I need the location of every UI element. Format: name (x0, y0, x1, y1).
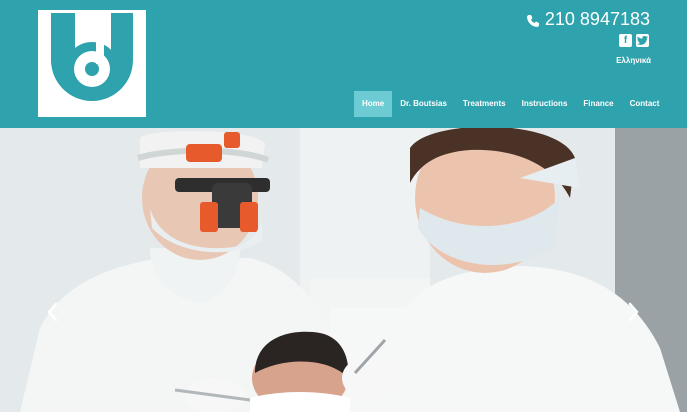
social-links: f (619, 34, 649, 47)
chevron-left-icon (47, 302, 58, 322)
facebook-icon[interactable]: f (619, 34, 632, 47)
carousel-prev-button[interactable] (46, 302, 60, 326)
phone-text: 210 8947183 (544, 9, 650, 29)
chevron-right-icon (628, 302, 639, 322)
nav-item-home[interactable]: Home (354, 91, 393, 117)
main-nav: Home Dr. Boutsias Treatments Instruction… (354, 91, 667, 117)
carousel-next-button[interactable] (628, 302, 642, 326)
hero-carousel (0, 128, 687, 412)
phone-number[interactable]: 210 8947183 (526, 9, 650, 29)
nav-item-treatments[interactable]: Treatments (455, 91, 514, 117)
logo-mark-icon (38, 10, 146, 117)
site-header: 210 8947183 f Ελληνικά Home Dr. Boutsias… (0, 0, 687, 128)
nav-item-finance[interactable]: Finance (575, 91, 621, 117)
nav-item-contact[interactable]: Contact (622, 91, 668, 117)
twitter-icon[interactable] (636, 34, 649, 47)
phone-icon (526, 12, 540, 27)
language-switch[interactable]: Ελληνικά (616, 56, 651, 65)
nav-item-dr-boutsias[interactable]: Dr. Boutsias (392, 91, 455, 117)
facebook-glyph: f (623, 35, 628, 46)
nav-item-instructions[interactable]: Instructions (514, 91, 576, 117)
hero-photo (0, 128, 687, 412)
logo[interactable] (38, 10, 146, 117)
